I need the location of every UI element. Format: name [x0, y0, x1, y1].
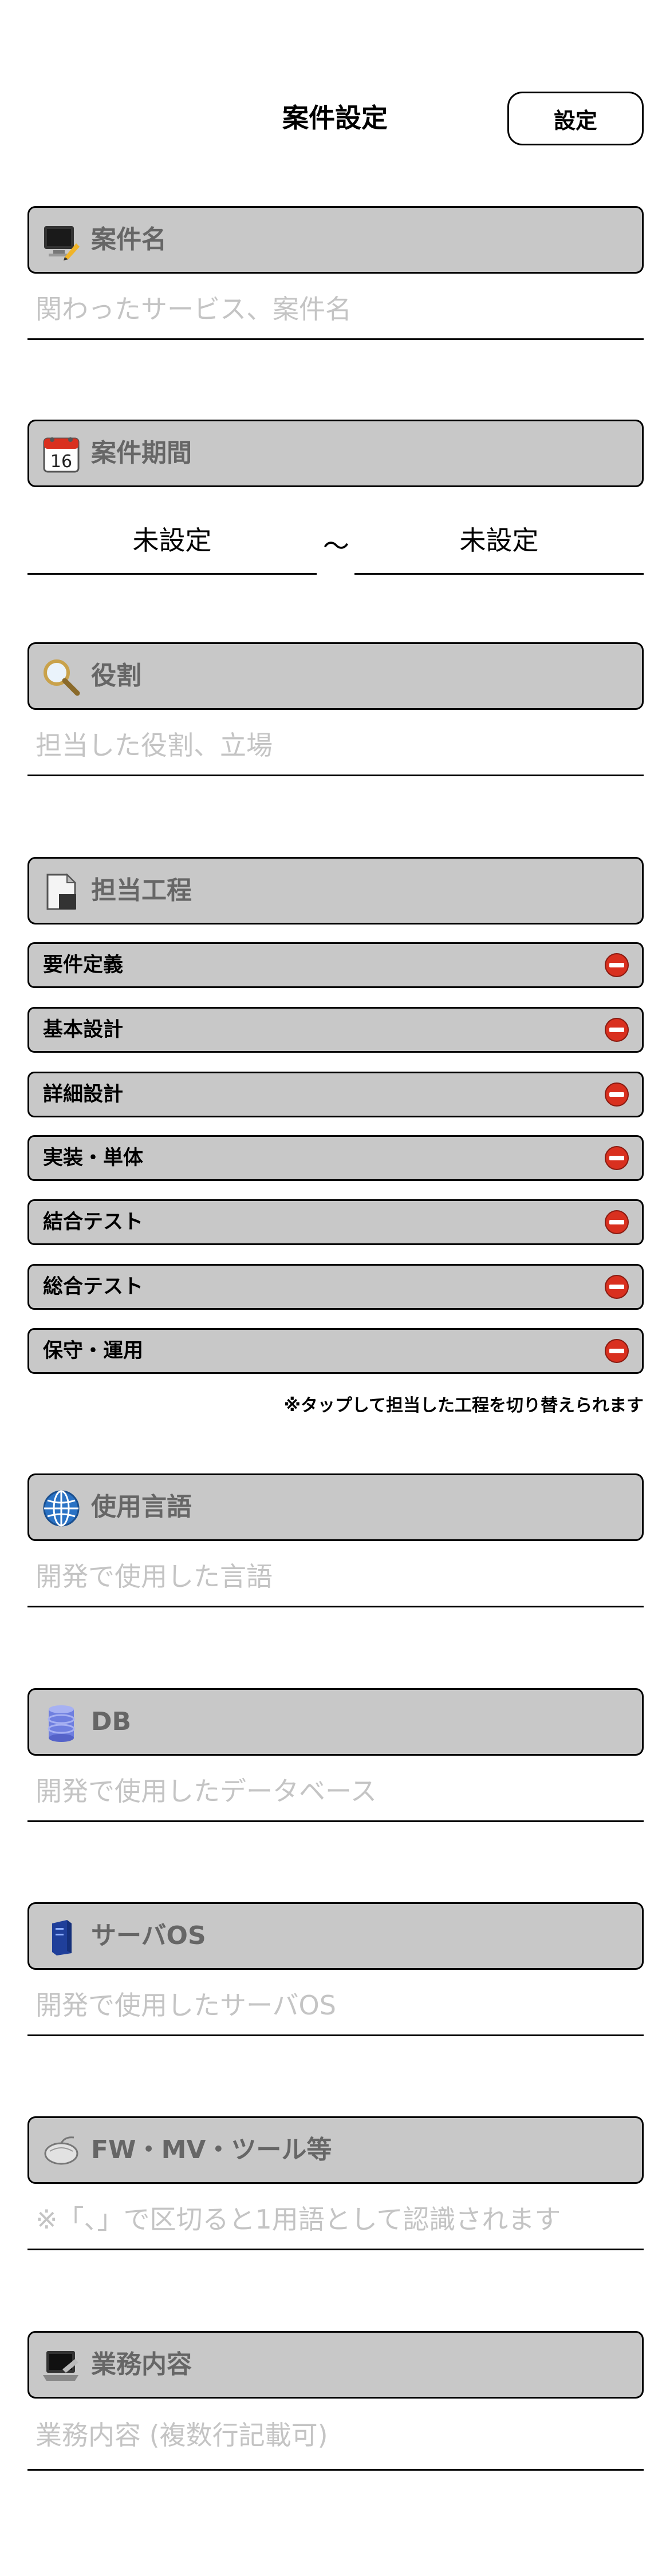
mouse-icon [44, 2136, 78, 2165]
remove-icon[interactable] [604, 1017, 629, 1042]
svg-text:16: 16 [50, 452, 72, 472]
laptop-icon [43, 2351, 78, 2381]
process-name: 保守・運用 [43, 1340, 144, 1362]
process-row[interactable]: 結合テスト [27, 1199, 644, 1245]
section-header-tools: FW・MV・ツール等 [27, 2116, 644, 2184]
section-label: 担当工程 [91, 876, 192, 905]
placeholder: 関わったサービス、案件名 [36, 294, 352, 325]
placeholder: ※「、」で区切ると1用語として認識されます [36, 2204, 561, 2235]
process-row[interactable]: 要件定義 [27, 942, 644, 988]
period-start-field[interactable]: 未設定 [27, 512, 317, 575]
process-row[interactable]: 基本設計 [27, 1007, 644, 1053]
nav-bar: 案件設定 設定 [0, 0, 670, 172]
section-header-period: 16 案件期間 [27, 420, 644, 487]
section-label: 役割 [91, 661, 141, 690]
section-header-language: 使用言語 [27, 1473, 644, 1541]
server-os-input[interactable]: 開発で使用したサーバOS [27, 1977, 644, 2036]
monitor-pencil-icon [44, 226, 80, 260]
tools-input[interactable]: ※「、」で区切ると1用語として認識されます [27, 2191, 644, 2250]
period-end-field[interactable]: 未設定 [354, 512, 644, 575]
remove-icon[interactable] [604, 953, 629, 978]
set-button[interactable]: 設定 [507, 92, 644, 145]
section-label: 案件名 [91, 225, 167, 254]
section-label: 使用言語 [91, 1492, 192, 1522]
section-header-project-name: 案件名 [27, 206, 644, 274]
process-name: 基本設計 [43, 1018, 124, 1041]
project-name-input[interactable]: 関わったサービス、案件名 [27, 280, 644, 340]
process-name: 実装・単体 [43, 1147, 144, 1170]
language-input[interactable]: 開発で使用した言語 [27, 1548, 644, 1607]
period-separator: 〜 [323, 531, 349, 562]
section-header-process: 担当工程 [27, 857, 644, 924]
placeholder: 業務内容 (複数行記載可) [36, 2420, 328, 2451]
section-header-role: 役割 [27, 642, 644, 710]
remove-icon[interactable] [604, 1145, 629, 1171]
remove-icon[interactable] [604, 1082, 629, 1107]
process-name: 総合テスト [43, 1275, 144, 1298]
section-header-db: DB [27, 1688, 644, 1756]
section-header-business: 業務内容 [27, 2331, 644, 2399]
section-label: 業務内容 [91, 2350, 192, 2379]
process-row[interactable]: 実装・単体 [27, 1135, 644, 1181]
process-row[interactable]: 詳細設計 [27, 1072, 644, 1117]
process-name: 結合テスト [43, 1211, 144, 1234]
role-input[interactable]: 担当した役割、立場 [27, 717, 644, 776]
placeholder: 開発で使用したデータベース [36, 1776, 377, 1807]
calendar-icon: 16 [43, 437, 80, 473]
process-name: 詳細設計 [43, 1083, 124, 1106]
process-row[interactable]: 総合テスト [27, 1264, 644, 1310]
globe-icon [43, 1490, 80, 1527]
document-icon [46, 873, 77, 910]
business-input[interactable]: 業務内容 (複数行記載可) [27, 2407, 644, 2471]
process-note: ※タップして担当した工程を切り替えられます [283, 1396, 644, 1416]
section-label: サーバOS [91, 1921, 206, 1950]
section-label: 案件期間 [91, 438, 192, 468]
placeholder: 開発で使用した言語 [36, 1561, 273, 1592]
process-row[interactable]: 保守・運用 [27, 1328, 644, 1374]
placeholder: 開発で使用したサーバOS [36, 1990, 336, 2021]
server-icon [52, 1920, 72, 1955]
remove-icon[interactable] [604, 1274, 629, 1299]
database-icon [48, 1705, 75, 1742]
section-label: FW・MV・ツール等 [91, 2135, 332, 2164]
remove-icon[interactable] [604, 1210, 629, 1235]
process-name: 要件定義 [43, 954, 124, 977]
remove-icon[interactable] [604, 1338, 629, 1364]
db-input[interactable]: 開発で使用したデータベース [27, 1763, 644, 1822]
section-header-server-os: サーバOS [27, 1902, 644, 1970]
section-label: DB [91, 1707, 132, 1736]
magnifier-icon [44, 659, 80, 696]
placeholder: 担当した役割、立場 [36, 730, 273, 761]
